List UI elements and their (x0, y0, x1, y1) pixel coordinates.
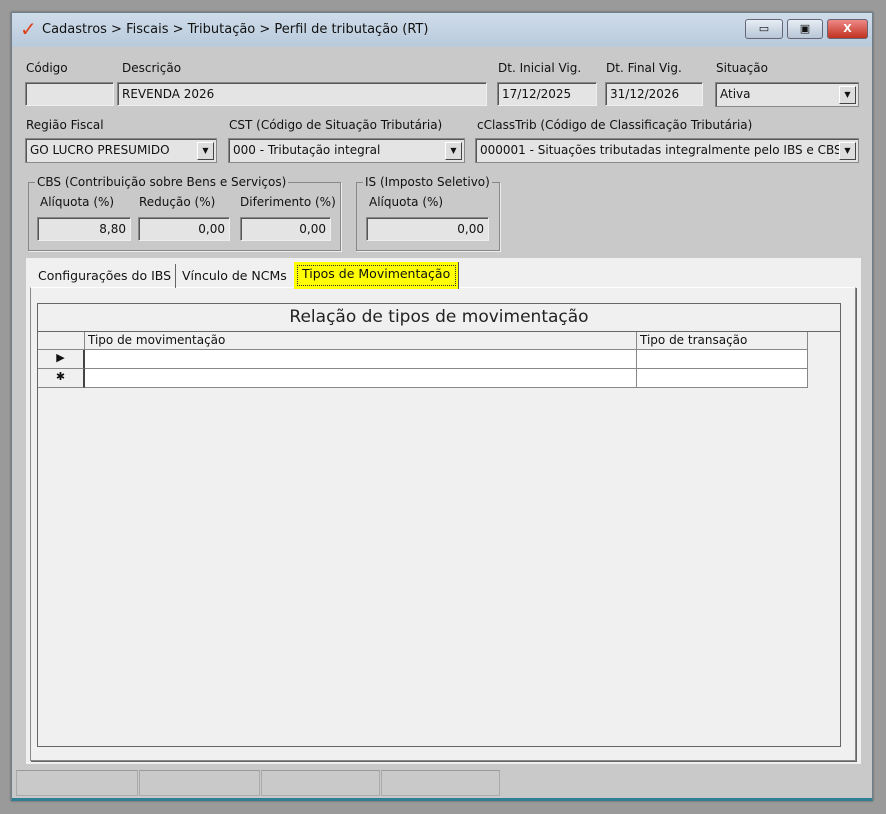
table-cell[interactable] (85, 350, 637, 369)
column-header-tipo-movimentacao[interactable]: Tipo de movimentação (85, 332, 637, 350)
maximize-button[interactable]: ▣ (787, 19, 823, 39)
codigo-label: Código (26, 61, 68, 75)
cclasstrib-value: 000001 - Situações tributadas integralme… (480, 143, 842, 157)
cst-value: 000 - Tributação integral (233, 143, 381, 157)
new-row-indicator-icon: ✱ (38, 369, 85, 388)
chevron-down-icon: ▼ (839, 86, 856, 104)
dt-final-input[interactable]: 31/12/2026 (605, 82, 703, 106)
cbs-group-title: CBS (Contribuição sobre Bens e Serviços) (35, 175, 289, 189)
chevron-down-icon: ▼ (197, 142, 214, 160)
movimentacao-grid: Relação de tipos de movimentação Tipo de… (37, 303, 841, 747)
tab-configuracoes-ibs[interactable]: Configurações do IBS (34, 264, 177, 288)
dt-inicial-input[interactable]: 17/12/2025 (497, 82, 597, 106)
cbs-reducao-input[interactable]: 0,00 (138, 217, 230, 241)
status-panel (501, 770, 868, 796)
table-cell[interactable] (637, 369, 808, 388)
table-cell[interactable] (85, 369, 637, 388)
descricao-label: Descrição (122, 61, 182, 75)
cst-label: CST (Código de Situação Tributária) (229, 118, 443, 132)
is-aliquota-input[interactable]: 0,00 (366, 217, 489, 241)
status-panel (261, 770, 380, 796)
current-row-indicator-icon: ▶ (38, 350, 85, 369)
cclasstrib-label: cClassTrib (Código de Classificação Trib… (477, 118, 753, 132)
tab-tipos-movimentacao[interactable]: Tipos de Movimentação (294, 262, 460, 289)
status-panel (381, 770, 500, 796)
situacao-value: Ativa (720, 87, 751, 101)
cbs-reducao-label: Redução (%) (139, 195, 216, 209)
app-logo-icon: ✓ (20, 17, 37, 41)
codigo-input[interactable] (25, 82, 114, 106)
regiao-select[interactable]: GO LUCRO PRESUMIDO ▼ (25, 138, 217, 163)
regiao-label: Região Fiscal (26, 118, 104, 132)
column-header-tipo-transacao[interactable]: Tipo de transação (637, 332, 808, 350)
tab-vinculo-ncms[interactable]: Vínculo de NCMs (178, 264, 291, 288)
cbs-diferimento-label: Diferimento (%) (240, 195, 336, 209)
descricao-input[interactable]: REVENDA 2026 (117, 82, 487, 106)
table-cell[interactable] (637, 350, 808, 369)
cclasstrib-select[interactable]: 000001 - Situações tributadas integralme… (475, 138, 859, 163)
cst-select[interactable]: 000 - Tributação integral ▼ (228, 138, 465, 163)
regiao-value: GO LUCRO PRESUMIDO (30, 143, 170, 157)
status-panel (139, 770, 260, 796)
grid-title: Relação de tipos de movimentação (38, 304, 840, 332)
minimize-button[interactable]: ▭ (745, 19, 783, 39)
status-panel (16, 770, 138, 796)
is-aliquota-label: Alíquota (%) (369, 195, 444, 209)
cbs-diferimento-input[interactable]: 0,00 (240, 217, 331, 241)
dt-inicial-label: Dt. Inicial Vig. (498, 61, 582, 75)
chevron-down-icon: ▼ (839, 142, 856, 160)
is-group-title: IS (Imposto Seletivo) (363, 175, 492, 189)
dt-final-label: Dt. Final Vig. (606, 61, 682, 75)
situacao-select[interactable]: Ativa ▼ (715, 82, 859, 107)
window-title: Cadastros > Fiscais > Tributação > Perfi… (42, 22, 429, 37)
cbs-aliquota-input[interactable]: 8,80 (37, 217, 131, 241)
cbs-aliquota-label: Alíquota (%) (40, 195, 115, 209)
close-button[interactable]: X (827, 19, 868, 39)
chevron-down-icon: ▼ (445, 142, 462, 160)
grid-corner (38, 332, 85, 350)
situacao-label: Situação (716, 61, 768, 75)
